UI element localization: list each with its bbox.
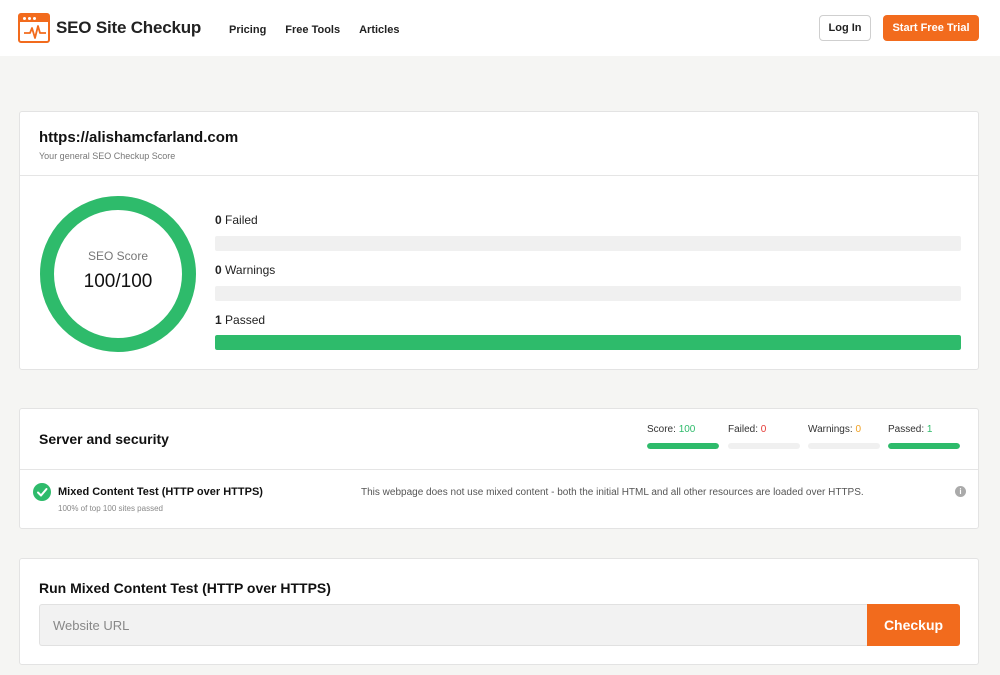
failed-mini-label: Failed: [728,424,759,435]
passed-mini-bar [888,443,960,449]
warnings-mini-stat: Warnings: 0 [808,424,880,449]
failed-bar [215,236,961,251]
failed-mini-stat: Failed: 0 [728,424,800,449]
passed-bar-fill [215,335,961,350]
failed-mini-value: 0 [760,424,767,435]
failed-label: Failed [225,213,258,227]
top-bar: SEO Site Checkup Pricing Free Tools Arti… [0,0,1000,56]
score-subtitle: Your general SEO Checkup Score [39,151,176,161]
warnings-label: Warnings [225,263,276,277]
failed-count: 0 [215,213,222,227]
score-mini-label: Score: [647,424,676,435]
main-nav: Pricing Free Tools Articles [229,24,399,36]
score-mini-value: 100 [678,424,696,435]
run-test-card: Run Mixed Content Test (HTTP over HTTPS)… [19,558,979,665]
site-url: https://alishamcfarland.com [39,129,239,146]
check-circle-icon [33,483,51,501]
nav-articles[interactable]: Articles [359,24,399,36]
seo-score-label: SEO Score [87,249,149,263]
passed-mini-value: 1 [926,424,933,435]
server-security-card: Server and security Score: 100 Failed: 0… [19,408,979,529]
warnings-mini-label: Warnings: [808,424,853,435]
passed-mini-stat: Passed: 1 [888,424,960,449]
login-button[interactable]: Log In [819,15,871,41]
passed-bar [215,335,961,350]
run-test-title: Run Mixed Content Test (HTTP over HTTPS) [39,580,331,596]
warnings-count: 0 [215,263,222,277]
start-trial-button[interactable]: Start Free Trial [883,15,979,41]
warnings-bar [215,286,961,301]
test-pass-rate: 100% of top 100 sites passed [58,504,163,513]
nav-pricing[interactable]: Pricing [229,24,266,36]
warnings-stat: 0 Warnings [215,263,275,277]
warnings-mini-value: 0 [855,424,861,435]
checkup-button[interactable]: Checkup [867,604,960,646]
test-name[interactable]: Mixed Content Test (HTTP over HTTPS) [58,486,263,498]
score-summary-card: https://alishamcfarland.com Your general… [19,111,979,370]
info-icon[interactable]: i [955,486,966,497]
test-description: This webpage does not use mixed content … [361,487,864,498]
seo-score-value: 100/100 [83,271,153,292]
score-mini-bar [647,443,719,449]
nav-free-tools[interactable]: Free Tools [285,24,340,36]
failed-stat: 0 Failed [215,213,258,227]
logo-icon [18,13,50,43]
passed-count: 1 [215,313,222,327]
divider [20,175,978,176]
passed-mini-label: Passed: [888,424,925,435]
passed-label: Passed [225,313,266,327]
divider [20,469,978,470]
section-title: Server and security [39,431,169,447]
score-mini-stat: Score: 100 [647,424,719,449]
website-url-input[interactable] [39,604,867,646]
logo-text: SEO Site Checkup [56,18,202,37]
passed-stat: 1 Passed [215,313,265,327]
logo[interactable]: SEO Site Checkup [18,13,201,43]
